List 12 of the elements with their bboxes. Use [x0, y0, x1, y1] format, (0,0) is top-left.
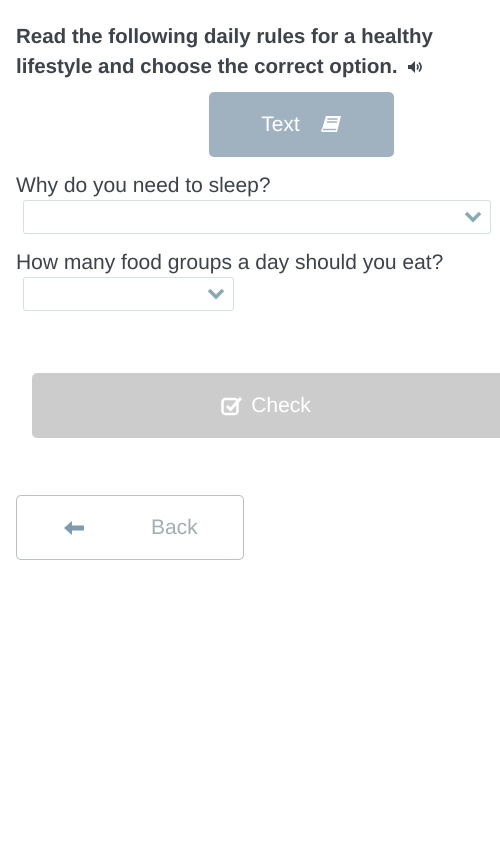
book-icon [320, 114, 342, 134]
question-text: How many food groups a day should you eat? [16, 250, 444, 276]
text-button[interactable]: Text [209, 92, 394, 157]
caret-icon [464, 211, 482, 223]
caret-icon [207, 288, 225, 300]
checkbox-icon [221, 396, 244, 416]
instruction-text: Read the following daily rules for a healthy lifestyle and choose the correct option. [16, 22, 496, 83]
answer-dropdown[interactable] [23, 277, 234, 311]
answer-dropdown[interactable] [23, 200, 491, 234]
arrow-left-icon [63, 520, 85, 536]
back-button[interactable]: Back [16, 495, 244, 560]
question-text: Why do you need to sleep? [16, 173, 271, 199]
